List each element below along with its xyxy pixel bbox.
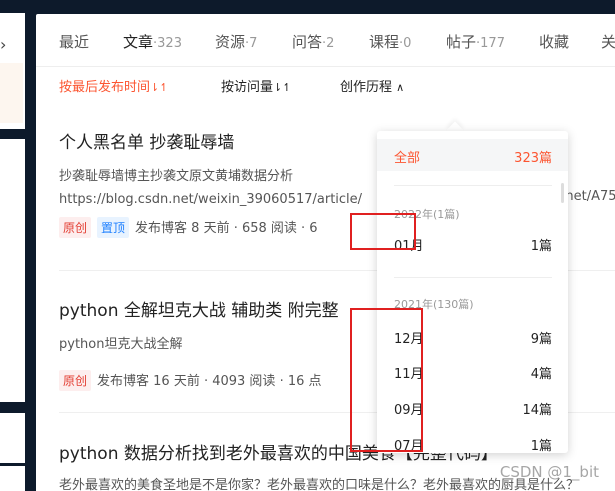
dropdown-scrollbar[interactable] [561, 183, 564, 203]
divider [394, 185, 552, 186]
watermark: CSDN @1_bit [499, 463, 599, 481]
sort-arrows-icon: ⇂↿ [150, 81, 169, 94]
tab-courses[interactable]: 课程·0 [369, 31, 411, 52]
chevron-right-icon[interactable]: › [0, 35, 6, 54]
tab-resources[interactable]: 资源·7 [215, 31, 257, 52]
chevron-up-icon: ∧ [396, 81, 405, 94]
original-badge: 原创 [59, 370, 92, 391]
pinned-badge: 置顶 [97, 217, 130, 238]
highlight-box [350, 308, 423, 452]
tab-posts[interactable]: 帖子·177 [446, 31, 505, 52]
left-card-middle [0, 139, 25, 402]
left-card-highlight [0, 63, 23, 123]
sort-by-views[interactable]: 按访问量⇂↿ [221, 76, 291, 95]
tab-articles[interactable]: 文章·323 [123, 31, 182, 52]
highlight-box [350, 213, 416, 250]
original-badge: 原创 [59, 217, 92, 238]
history-all-item[interactable]: 全部 323篇 [377, 139, 568, 171]
divider [394, 277, 552, 278]
tab-favorites[interactable]: 收藏 [539, 31, 569, 52]
creation-history-toggle[interactable]: 创作历程 ∧ [340, 76, 404, 95]
sort-by-time[interactable]: 按最后发布时间⇂↿ [59, 76, 168, 95]
left-card-lower [0, 413, 25, 463]
tab-bar: 最近 文章·323 资源·7 问答·2 课程·0 帖子·177 收藏 关 [36, 14, 615, 67]
left-card-top: › [0, 13, 25, 129]
sort-arrows-icon: ⇂↿ [273, 81, 292, 94]
left-card-bottom [0, 466, 25, 491]
tab-recent[interactable]: 最近 [59, 31, 89, 52]
tab-qa[interactable]: 问答·2 [292, 31, 334, 52]
main-panel: 最近 文章·323 资源·7 问答·2 课程·0 帖子·177 收藏 关 按最后… [36, 14, 615, 491]
left-sidebar: › [0, 0, 27, 491]
tab-following[interactable]: 关 [601, 31, 615, 52]
